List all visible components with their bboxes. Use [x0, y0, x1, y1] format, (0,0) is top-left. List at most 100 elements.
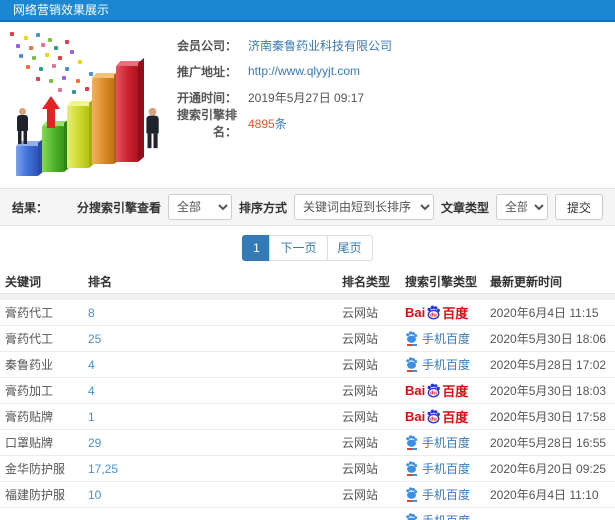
up-arrow-icon: [42, 96, 60, 132]
company-link[interactable]: 济南秦鲁药业科技有限公司: [248, 37, 392, 54]
page-1-button[interactable]: 1: [242, 235, 271, 261]
open-time-value: 2019年5月27日 09:17: [248, 90, 365, 105]
col-updated: 最新更新时间: [490, 275, 563, 289]
engine-rank-value: 4895条: [248, 116, 287, 131]
updated-cell: 2020年6月20日 09:25: [490, 462, 607, 476]
engine-rank-label: 搜索引擎排名：: [176, 108, 237, 139]
mobile-baidu-label: 手机百度: [422, 462, 471, 476]
confetti-decoration: [10, 32, 14, 36]
baidu-mobile-logo: 手机百度: [405, 356, 470, 373]
filter-bar: 结果： 分搜索引擎查看 全部 排序方式 关键词由短到长排序 文章类型 全部 提交: [0, 188, 615, 226]
field-promo-url: 推广地址： http://www.qlyyjt.com: [175, 58, 392, 84]
rank-link[interactable]: 4: [88, 358, 95, 372]
pagination: 1 下一页 尾页: [0, 226, 615, 270]
rank-link[interactable]: 8: [88, 306, 95, 320]
engine-filter-select[interactable]: 全部: [167, 194, 232, 220]
table-row: 福建防护服 10 云网站 Bai du 百度: [0, 482, 615, 508]
rank-link[interactable]: 17,25: [88, 462, 118, 476]
table-row: 膏药代工 25 云网站 Bai du 百度: [0, 326, 615, 352]
open-time-label: 开通时间：: [176, 90, 237, 105]
baidu-mobile-logo: 手机百度: [405, 434, 470, 451]
article-type-label: 文章类型: [440, 200, 489, 215]
sort-filter-label: 排序方式: [238, 200, 287, 215]
member-fields: 会员公司： 济南秦鲁药业科技有限公司 推广地址： http://www.qlyy…: [175, 32, 392, 140]
table-row: 秦鲁药业 4 云网站 Bai du 百度: [0, 352, 615, 378]
engine-filter-label: 分搜索引擎查看: [76, 200, 161, 215]
keyword-cell: 膏药代工: [5, 332, 54, 346]
mobile-baidu-paw-icon: [405, 357, 418, 372]
last-page-button[interactable]: 尾页: [326, 235, 373, 261]
sort-filter-select[interactable]: 关键词由短到长排序: [293, 194, 434, 220]
updated-cell: 2020年5月30日 18:03: [490, 384, 607, 398]
keyword-cell: 口罩贴牌: [5, 436, 54, 450]
clipart-bar-blue: [16, 137, 44, 176]
baidu-mobile-logo: 手机百度: [405, 512, 470, 520]
updated-cell: 2020年5月30日 17:58: [490, 410, 607, 424]
baidu-mobile-logo: 手机百度: [405, 330, 470, 347]
table-row: 金华防护服 17,25 云网站 Bai du 百度: [0, 456, 615, 482]
svg-text:du: du: [430, 391, 437, 397]
updated-cell: 2020年5月30日 18:06: [490, 332, 607, 346]
baidu-pc-logo: Bai du 百度: [405, 383, 469, 399]
engine-cell: Bai du 百度: [405, 303, 490, 322]
table-row: 膏药贴牌 1 云网站 Bai du 百度 2020年5月30日 17:58: [0, 404, 615, 430]
rank-type-cell: 云网站: [342, 436, 379, 450]
keyword-cell: 福建防护服: [5, 488, 66, 502]
updated-cell: 2020年6月4日 11:10: [490, 488, 599, 502]
svg-text:du: du: [430, 417, 437, 423]
col-rank-type: 排名类型: [342, 275, 391, 289]
updated-cell: 2020年5月28日 16:55: [490, 436, 607, 450]
article-type-select[interactable]: 全部: [495, 194, 548, 220]
rank-type-cell: 云网站: [342, 410, 379, 424]
baidu-paw-icon: du: [427, 383, 441, 398]
mobile-baidu-paw-icon: [405, 487, 418, 502]
rank-link[interactable]: 25: [88, 332, 101, 346]
table-row: 膏药代工 8 云网站 Bai du 百度 2020年6月4日 11:15: [0, 300, 615, 326]
rank-type-cell: 云网站: [342, 384, 379, 398]
results-table: 关键词 排名 排名类型 搜索引擎类型 最新更新时间 膏药代工 8 云网站 Bai…: [0, 270, 615, 520]
page-title: 网络营销效果展示: [13, 3, 110, 17]
result-label: 结果：: [12, 200, 49, 215]
engine-cell: Bai du 百度: [405, 356, 490, 373]
mobile-baidu-paw-icon: [405, 331, 418, 346]
clipart-bar-green: [42, 117, 70, 172]
mobile-baidu-label: 手机百度: [422, 512, 470, 520]
rank-link[interactable]: 4: [88, 384, 95, 398]
keyword-cell: 秦鲁药业: [5, 358, 54, 372]
engine-cell: Bai du 百度: [405, 512, 490, 520]
mobile-baidu-paw-icon: [405, 513, 418, 520]
rank-type-cell: 云网站: [342, 358, 379, 372]
clipart-bar-orange: [92, 69, 120, 164]
keyword-cell: 金华防护服: [5, 462, 66, 476]
table-body: 膏药代工 8 云网站 Bai du 百度 2020年6月4日 11:15 膏药代…: [0, 300, 615, 520]
rank-link[interactable]: 10: [88, 488, 101, 502]
mobile-baidu-label: 手机百度: [422, 332, 471, 346]
businessman-figure-left: [14, 108, 30, 144]
mobile-baidu-label: 手机百度: [422, 436, 471, 450]
promo-url-link[interactable]: http://www.qlyyjt.com: [248, 64, 360, 78]
field-company: 会员公司： 济南秦鲁药业科技有限公司: [175, 32, 392, 58]
keyword-cell: 膏药加工: [5, 384, 54, 398]
submit-button[interactable]: 提交: [554, 194, 603, 220]
company-label: 会员公司：: [176, 38, 237, 53]
clipart-bar-red: [116, 57, 144, 162]
bar-chart-growth-illustration: [4, 28, 170, 180]
promo-url-label: 推广地址：: [176, 64, 237, 79]
baidu-mobile-logo: 手机百度: [405, 486, 470, 503]
rank-link[interactable]: 29: [88, 436, 101, 450]
keyword-cell: 膏药代工: [5, 306, 54, 320]
updated-cell: 2020年6月4日 11:15: [490, 306, 599, 320]
engine-cell: Bai du 百度: [405, 407, 490, 426]
baidu-pc-logo: Bai du 百度: [405, 409, 469, 425]
engine-cell: Bai du 百度: [405, 381, 490, 400]
table-row: 膏药加工 4 云网站 Bai du 百度 2020年5月30日 18:03: [0, 378, 615, 404]
rank-link[interactable]: 1: [88, 410, 95, 424]
rank-type-cell: 云网站: [342, 332, 379, 346]
field-engine-rank-count: 搜索引擎排名： 4895条: [175, 108, 392, 139]
next-page-button[interactable]: 下一页: [269, 235, 328, 261]
window-title-bar: 网络营销效果展示: [0, 0, 615, 22]
clipart-bar-yellow: [67, 97, 95, 168]
col-rank: 排名: [88, 275, 113, 289]
mobile-baidu-paw-icon: [405, 435, 418, 450]
engine-cell: Bai du 百度: [405, 330, 490, 347]
